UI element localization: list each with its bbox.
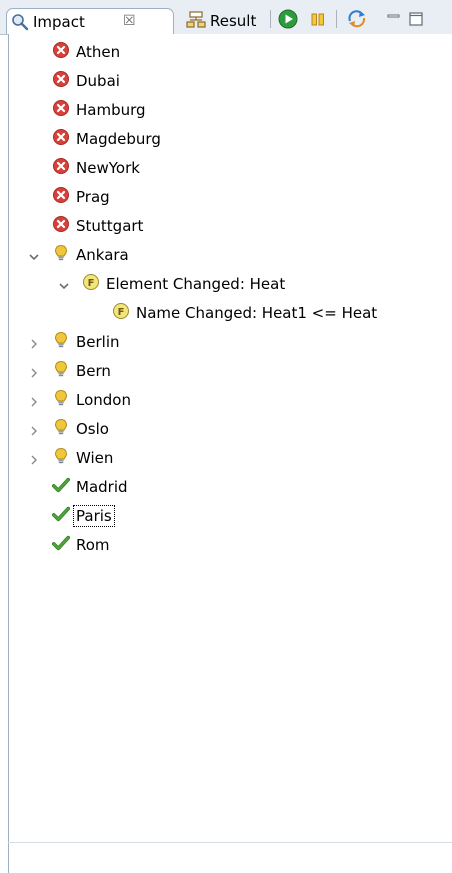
toolbar-separator <box>270 10 271 28</box>
tree-item[interactable]: Prag <box>52 185 110 209</box>
lightbulb-icon <box>52 389 70 411</box>
chevron-right-icon[interactable] <box>28 394 40 407</box>
tree-item[interactable]: Wien <box>52 446 113 470</box>
tree-item-label: Wien <box>76 449 114 467</box>
checkmark-icon <box>52 505 70 527</box>
tree-item[interactable]: Stuttgart <box>52 214 143 238</box>
view-bottom-border <box>8 842 452 843</box>
error-icon <box>52 128 70 150</box>
run-icon[interactable] <box>278 9 298 29</box>
close-icon[interactable]: ☒ <box>123 12 136 30</box>
error-icon <box>52 157 70 179</box>
chevron-right-icon[interactable] <box>28 365 40 378</box>
result-table-icon <box>186 11 206 35</box>
tree-item-label: Madrid <box>76 478 128 496</box>
chevron-down-icon[interactable] <box>58 278 70 290</box>
chevron-down-icon[interactable] <box>28 249 40 261</box>
tree-item-label: Hamburg <box>76 101 146 119</box>
tree-item-label: Oslo <box>76 420 109 438</box>
tree-item[interactable]: F Element Changed: Heat <box>82 272 285 296</box>
tree-item-label: Prag <box>76 188 110 206</box>
view-tab-bar: Impact ☒ Result <box>0 0 452 35</box>
element-f-icon: F <box>82 273 100 295</box>
tree-item[interactable]: London <box>52 388 131 412</box>
tree-item-label: Dubai <box>76 72 120 90</box>
tab-result[interactable]: Result <box>186 8 270 34</box>
tree-item[interactable]: Magdeburg <box>52 127 161 151</box>
minimize-icon[interactable] <box>384 9 404 29</box>
tree-item-label: Athen <box>76 43 121 61</box>
svg-text:F: F <box>88 278 95 289</box>
tree-item-label: London <box>76 391 131 409</box>
tree-item[interactable]: F Name Changed: Heat1 <= Heat <box>112 301 377 325</box>
error-icon <box>52 99 70 121</box>
checkmark-icon <box>52 534 70 556</box>
tree-item[interactable]: Rom <box>52 533 110 557</box>
error-icon <box>52 215 70 237</box>
tree-item-label: Magdeburg <box>76 130 161 148</box>
sync-icon[interactable] <box>346 9 366 29</box>
tree-item[interactable]: Madrid <box>52 475 128 499</box>
tree-item[interactable]: Ankara <box>52 243 129 267</box>
tree-item[interactable]: Bern <box>52 359 111 383</box>
element-f-icon: F <box>112 302 130 324</box>
tree-item-label: Name Changed: Heat1 <= Heat <box>136 304 378 322</box>
error-icon <box>52 186 70 208</box>
svg-text:F: F <box>118 307 125 318</box>
tree-item[interactable]: NewYork <box>52 156 140 180</box>
pause-icon[interactable] <box>308 9 328 29</box>
tree-item[interactable]: Paris <box>52 504 115 528</box>
checkmark-icon <box>52 476 70 498</box>
lightbulb-icon <box>52 244 70 266</box>
tree-item-label: Element Changed: Heat <box>106 275 286 293</box>
error-icon <box>52 70 70 92</box>
tree-item[interactable]: Berlin <box>52 330 120 354</box>
search-icon <box>11 13 29 35</box>
lightbulb-icon <box>52 331 70 353</box>
chevron-right-icon[interactable] <box>28 336 40 349</box>
tree-item[interactable]: Oslo <box>52 417 109 441</box>
tree-item[interactable]: Dubai <box>52 69 120 93</box>
tree-item-label: Ankara <box>76 246 129 264</box>
tree-item-label: Rom <box>76 536 110 554</box>
lightbulb-icon <box>52 447 70 469</box>
lightbulb-icon <box>52 360 70 382</box>
tab-impact-label: Impact <box>33 13 85 31</box>
tab-result-label: Result <box>210 12 257 30</box>
lightbulb-icon <box>52 418 70 440</box>
chevron-right-icon[interactable] <box>28 452 40 465</box>
maximize-icon[interactable] <box>406 9 426 29</box>
error-icon <box>52 41 70 63</box>
tree-item-label: Stuttgart <box>76 217 144 235</box>
tab-impact[interactable]: Impact ☒ <box>6 8 174 34</box>
chevron-right-icon[interactable] <box>28 423 40 436</box>
tree-item-label: Paris <box>73 505 115 527</box>
tree-item[interactable]: Athen <box>52 40 120 64</box>
tree-item[interactable]: Hamburg <box>52 98 146 122</box>
tree-item-label: Bern <box>76 362 111 380</box>
tree-item-label: NewYork <box>76 159 140 177</box>
tree-item-label: Berlin <box>76 333 120 351</box>
toolbar-separator <box>336 10 337 28</box>
